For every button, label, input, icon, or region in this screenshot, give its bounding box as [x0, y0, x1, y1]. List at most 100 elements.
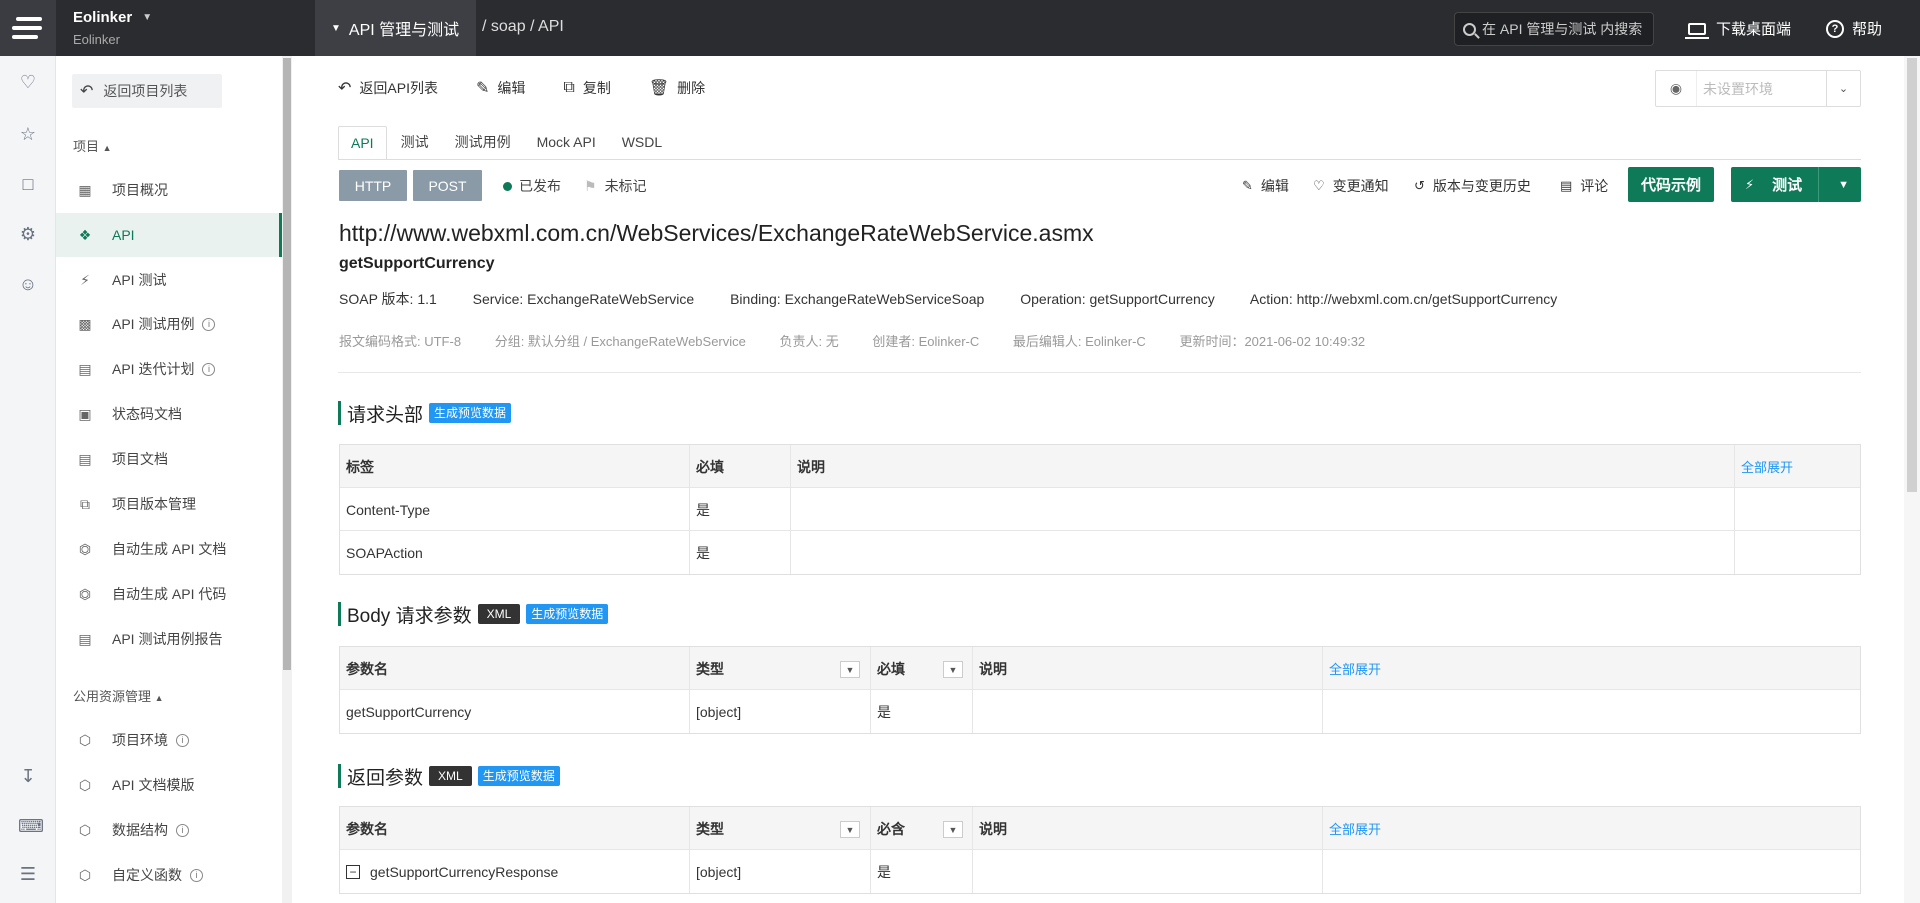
tab-test[interactable]: 测试 [389, 126, 441, 160]
sidebar-item-api[interactable]: ❖ API [56, 213, 282, 257]
info-icon[interactable]: i [202, 317, 216, 331]
edit-button[interactable]: ✎ 编辑 [476, 78, 525, 98]
cell-required: 是 [871, 850, 973, 893]
api-toolbar: ↶ 返回API列表 ✎ 编辑 ⧉ 复制 🗑︎ 删除 [338, 78, 743, 98]
copy-button[interactable]: ⧉ 复制 [563, 78, 610, 98]
sidebar-item-version[interactable]: ⧉ 项目版本管理 [56, 482, 282, 526]
section-public[interactable]: 公用资源管理 ▲ [73, 686, 164, 705]
clipboard-icon: ▩ [78, 316, 92, 332]
info-icon[interactable]: i [190, 868, 203, 882]
list-icon[interactable]: ☰ [18, 864, 38, 884]
chevron-down-icon[interactable]: ⌄ [1826, 71, 1860, 106]
expand-all-link[interactable]: 全部展开 [1323, 647, 1860, 690]
section-project[interactable]: 项目 ▲ [73, 136, 112, 155]
expand-all-link[interactable]: 全部展开 [1323, 807, 1860, 850]
module-switcher[interactable]: ▼ API 管理与测试 [315, 0, 476, 56]
sidebar-scrollbar[interactable] [282, 56, 292, 903]
help-link[interactable]: ? 帮助 [1826, 18, 1882, 39]
code-example-button[interactable]: 代码示例 [1628, 167, 1714, 202]
test-button[interactable]: ⚡︎ 测试 ▼ [1731, 167, 1861, 202]
layers-icon: ⧉ [80, 496, 90, 512]
info-icon[interactable]: i [176, 733, 189, 747]
robot-icon: ⏣ [78, 586, 92, 602]
sidebar-item-status-code[interactable]: ▣ 状态码文档 [56, 392, 282, 436]
preview-data-button[interactable]: 生成预览数据 [477, 766, 560, 786]
add-user-icon[interactable]: ☺ [18, 274, 38, 294]
filter-dropdown-icon[interactable]: ▼ [840, 821, 860, 838]
sidebar-item-doc-template[interactable]: ⬡ API 文档模版 [56, 763, 282, 807]
star-icon[interactable]: ☆ [18, 124, 38, 144]
col-header-label: 必含 [877, 820, 905, 837]
col-header: 说明 [973, 807, 1323, 850]
api-info: 报文编码格式: UTF-8 分组: 默认分组 / ExchangeRateWeb… [339, 331, 1395, 350]
help-icon: ? [1826, 19, 1844, 38]
download-desktop-link[interactable]: 下载桌面端 [1685, 18, 1792, 39]
sidebar-item-label: 自定义函数 [112, 867, 182, 883]
collapse-icon[interactable]: − [346, 864, 360, 879]
workspace-switcher[interactable]: Eolinker ▼ Eolinker [73, 9, 152, 47]
sidebar-item-auto-doc[interactable]: ⏣ 自动生成 API 文档 [56, 527, 282, 571]
cell-extra [1735, 531, 1860, 574]
tab-mock-api[interactable]: Mock API [525, 126, 608, 160]
preview-data-button[interactable]: 生成预览数据 [526, 604, 609, 624]
preview-data-button[interactable]: 生成预览数据 [429, 403, 512, 423]
calendar-icon: ▤ [78, 361, 92, 377]
sidebar-item-custom-function[interactable]: ⬡ 自定义函数 i [56, 853, 282, 897]
tab-api[interactable]: API [338, 126, 387, 160]
menu-logo-icon[interactable] [0, 0, 56, 56]
tab-wsdl[interactable]: WSDL [610, 126, 674, 160]
back-label: 返回项目列表 [103, 83, 188, 99]
filter-dropdown-icon[interactable]: ▼ [943, 821, 963, 838]
sidebar-item-env[interactable]: ⬡ 项目环境 i [56, 718, 282, 762]
bell-icon[interactable]: ♡ [18, 72, 38, 92]
action-label: 编辑 [1260, 178, 1289, 194]
action-comment[interactable]: ▤ 评论 [1560, 176, 1608, 196]
cell-type: [object] [690, 690, 871, 733]
search-input[interactable]: 在 API 管理与测试 内搜索 [1454, 12, 1654, 46]
cell-name: getSupportCurrency [340, 690, 690, 733]
col-header-label: 类型 [696, 660, 724, 677]
module-label: API 管理与测试 [348, 22, 460, 39]
action-edit[interactable]: ✎ 编辑 [1242, 176, 1289, 196]
filter-dropdown-icon[interactable]: ▼ [840, 661, 860, 678]
sidebar-item-label: 自动生成 API 代码 [112, 586, 227, 602]
scrollbar-thumb[interactable] [283, 58, 291, 670]
scrollbar-thumb[interactable] [1907, 58, 1917, 492]
expand-all-link[interactable]: 全部展开 [1735, 445, 1860, 488]
chevron-down-icon[interactable]: ▼ [1838, 179, 1849, 191]
info-icon[interactable]: i [176, 823, 189, 837]
sidebar-item-auto-code[interactable]: ⏣ 自动生成 API 代码 [56, 572, 282, 616]
sidebar-item-api-test-case[interactable]: ▩ API 测试用例 i [56, 302, 282, 346]
soap-action: Action: http://webxml.com.cn/getSupportC… [1249, 291, 1558, 307]
download-label: 下载桌面端 [1716, 21, 1792, 38]
back-to-projects-button[interactable]: ↶ 返回项目列表 [72, 74, 222, 108]
chevron-up-icon: ▲ [102, 143, 112, 153]
gear-icon[interactable]: ⚙ [18, 224, 38, 244]
action-label: 变更通知 [1332, 178, 1389, 194]
report-icon: ▤ [78, 631, 92, 647]
section-title-text: 返回参数 [347, 767, 424, 789]
back-to-api-list-button[interactable]: ↶ 返回API列表 [338, 78, 438, 98]
main-scrollbar[interactable] [1904, 56, 1920, 903]
keyboard-icon[interactable]: ⌨ [18, 816, 44, 836]
return-icon: ↶ [80, 83, 94, 100]
action-history[interactable]: ↺ 版本与变更历史 [1414, 176, 1531, 196]
download-icon[interactable]: ↧ [18, 766, 38, 786]
delete-button[interactable]: 🗑︎ 删除 [649, 78, 705, 98]
tab-test-case[interactable]: 测试用例 [443, 126, 523, 160]
filter-dropdown-icon[interactable]: ▼ [943, 661, 963, 678]
sidebar-item-api-iteration[interactable]: ▤ API 迭代计划 i [56, 347, 282, 391]
environment-select[interactable]: ◉ 未设置环境 ⌄ [1655, 70, 1861, 107]
info-icon[interactable]: i [202, 362, 216, 376]
sidebar-item-label: API 测试用例 [112, 316, 195, 332]
action-notify[interactable]: ♡ 变更通知 [1313, 176, 1389, 196]
sidebar-item-api-test[interactable]: ⚡︎ API 测试 [56, 258, 282, 302]
mark-button[interactable]: ⚑ 未标记 [584, 176, 647, 196]
table-row: − getSupportCurrencyResponse [object] 是 [340, 850, 1860, 893]
bell-icon: ♡ [1313, 178, 1325, 193]
sidebar-item-overview[interactable]: ▦ 项目概况 [56, 168, 282, 212]
sidebar-item-project-docs[interactable]: ▤ 项目文档 [56, 437, 282, 481]
bookmark-icon[interactable]: □ [18, 174, 38, 194]
sidebar-item-test-report[interactable]: ▤ API 测试用例报告 [56, 617, 282, 661]
sidebar-item-data-structure[interactable]: ⬡ 数据结构 i [56, 808, 282, 852]
